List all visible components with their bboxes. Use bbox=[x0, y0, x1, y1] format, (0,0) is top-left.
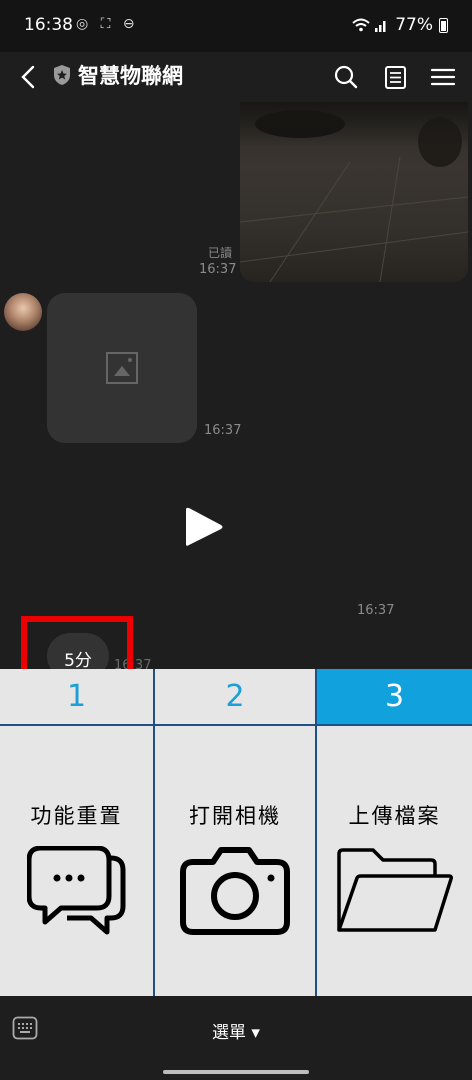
reset-function-label: 功能重置 bbox=[30, 804, 123, 828]
chat-title: 智慧物聯網 bbox=[78, 64, 183, 88]
reset-function-button[interactable]: 功能重置 bbox=[0, 726, 155, 996]
tab-3[interactable]: 3 bbox=[317, 669, 472, 726]
status-right: 77% bbox=[351, 15, 448, 35]
tab-2[interactable]: 2 bbox=[155, 669, 317, 726]
open-camera-button[interactable]: 打開相機 bbox=[155, 726, 317, 996]
status-time: 16:38 bbox=[24, 15, 73, 35]
tab-label: 2 bbox=[225, 679, 245, 714]
upload-file-button[interactable]: 上傳檔案 bbox=[317, 726, 472, 996]
upload-file-label: 上傳檔案 bbox=[348, 804, 441, 828]
battery-icon bbox=[439, 17, 448, 33]
shield-icon bbox=[54, 65, 70, 85]
thumbnail-shade bbox=[240, 102, 468, 147]
wifi-signal-icon bbox=[352, 18, 386, 32]
notes-icon[interactable] bbox=[381, 60, 411, 94]
tab-label: 1 bbox=[66, 679, 87, 714]
search-icon[interactable] bbox=[331, 60, 361, 94]
chevron-left-icon[interactable] bbox=[14, 60, 44, 94]
chat-area[interactable]: 已讀 16:37 16:37 16:37 16:37 5分 bbox=[0, 102, 472, 669]
tab-1[interactable]: 1 bbox=[0, 669, 155, 726]
status-bar: 16:38 ◎ ⛶ ⊖ 77% bbox=[0, 0, 472, 52]
play-icon[interactable] bbox=[184, 505, 224, 549]
sent-video-thumbnail[interactable] bbox=[240, 102, 468, 282]
battery-percent: 77% bbox=[395, 15, 433, 35]
bottom-bar: 選單 ▾ bbox=[0, 996, 472, 1080]
menu-toggle[interactable]: 選單 ▾ bbox=[0, 1018, 472, 1043]
image-message-placeholder[interactable] bbox=[47, 293, 197, 443]
highlight-box bbox=[21, 616, 133, 669]
image-placeholder-icon bbox=[106, 352, 138, 384]
open-camera-label: 打開相機 bbox=[189, 804, 281, 828]
camera-icon bbox=[180, 847, 290, 935]
status-notification-icons: ◎ ⛶ ⊖ bbox=[76, 16, 139, 32]
message-time: 16:37 bbox=[204, 423, 242, 438]
rich-menu: 1 2 3 功能重置 打開相機 上傳檔案 bbox=[0, 669, 472, 996]
folder-icon bbox=[336, 848, 453, 932]
read-receipt: 已讀 bbox=[208, 246, 233, 260]
home-indicator[interactable] bbox=[163, 1070, 309, 1074]
hamburger-icon[interactable] bbox=[428, 60, 458, 94]
chat-header: 智慧物聯網 bbox=[0, 52, 472, 102]
message-time: 16:37 bbox=[199, 262, 237, 277]
tab-label: 3 bbox=[384, 679, 405, 714]
message-time: 16:37 bbox=[357, 603, 395, 618]
avatar[interactable] bbox=[4, 293, 42, 331]
chat-bubbles-icon bbox=[26, 846, 125, 935]
